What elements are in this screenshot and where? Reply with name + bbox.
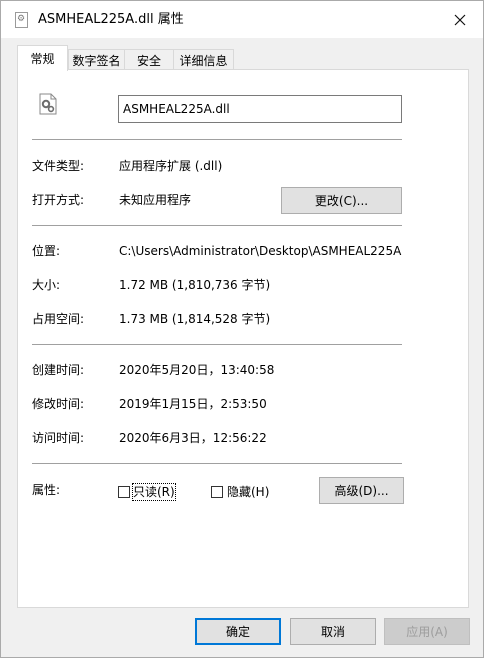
general-panel	[17, 69, 469, 608]
divider	[32, 463, 402, 464]
change-button[interactable]: 更改(C)...	[281, 187, 402, 214]
tab-details[interactable]: 详细信息	[173, 49, 234, 70]
properties-window: ⚙ ASMHEAL225A.dll 属性 常规 数字签名 安全 详细信息 ASM…	[0, 0, 484, 658]
hidden-label[interactable]: 隐藏(H)	[227, 484, 269, 500]
title-bar[interactable]: ⚙ ASMHEAL225A.dll 属性	[1, 1, 483, 38]
readonly-label[interactable]: 只读(R)	[132, 483, 176, 501]
size-on-disk-label: 占用空间:	[32, 312, 85, 326]
attributes-label: 属性:	[32, 483, 61, 497]
divider	[32, 344, 402, 345]
modified-label: 修改时间:	[32, 397, 85, 411]
tab-digital-signatures[interactable]: 数字签名	[68, 49, 125, 70]
cancel-button[interactable]: 取消	[290, 618, 376, 645]
dll-file-icon: ⚙	[15, 12, 28, 28]
hidden-checkbox[interactable]	[211, 486, 223, 498]
file-name-field[interactable]: ASMHEAL225A.dll	[118, 95, 402, 123]
location-label: 位置:	[32, 244, 61, 258]
file-type-value: 应用程序扩展 (.dll)	[119, 159, 223, 173]
created-label: 创建时间:	[32, 363, 85, 377]
opens-with-label: 打开方式:	[32, 193, 85, 207]
accessed-value: 2020年6月3日，12:56:22	[119, 431, 267, 445]
tab-security[interactable]: 安全	[124, 49, 174, 70]
file-type-label: 文件类型:	[32, 159, 85, 173]
size-label: 大小:	[32, 278, 61, 292]
ok-button[interactable]: 确定	[195, 618, 281, 645]
accessed-label: 访问时间:	[32, 431, 85, 445]
advanced-button[interactable]: 高级(D)...	[319, 477, 404, 504]
readonly-checkbox[interactable]	[118, 486, 130, 498]
opens-with-value: 未知应用程序	[119, 193, 192, 207]
gear-file-icon	[39, 93, 57, 115]
apply-button[interactable]: 应用(A)	[384, 618, 470, 645]
divider	[32, 225, 402, 226]
size-on-disk-value: 1.73 MB (1,814,528 字节)	[119, 312, 271, 326]
modified-value: 2019年1月15日，2:53:50	[119, 397, 267, 411]
tab-general[interactable]: 常规	[17, 45, 68, 71]
location-value: C:\Users\Administrator\Desktop\ASMHEAL22…	[119, 244, 402, 258]
divider	[32, 139, 402, 140]
window-title: ASMHEAL225A.dll 属性	[38, 12, 184, 27]
close-icon	[454, 14, 466, 25]
created-value: 2020年5月20日，13:40:58	[119, 363, 275, 377]
size-value: 1.72 MB (1,810,736 字节)	[119, 278, 271, 292]
close-button[interactable]	[437, 1, 483, 38]
